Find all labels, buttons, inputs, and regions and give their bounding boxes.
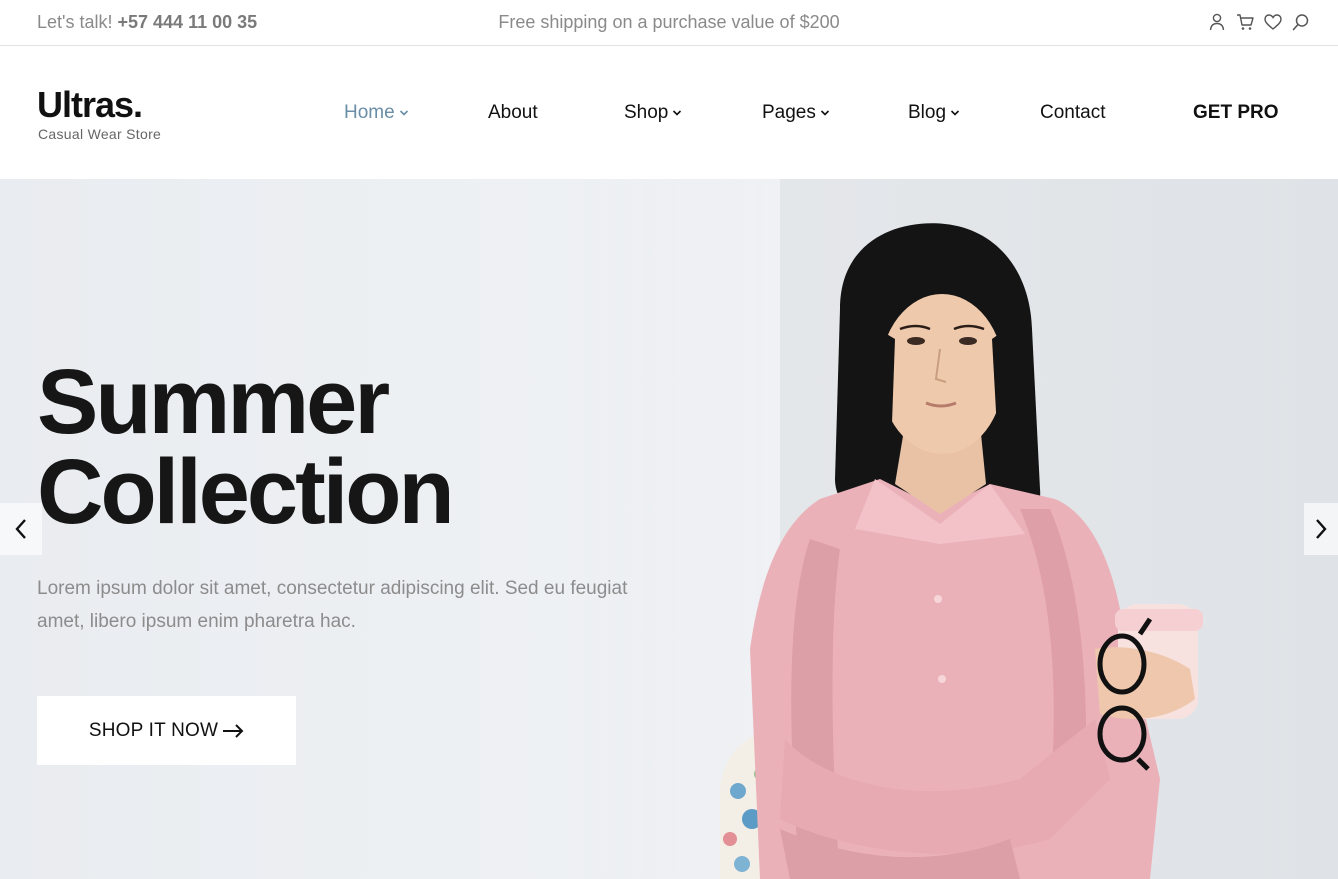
hero-model-image xyxy=(719,223,1203,879)
nav-pages[interactable]: Pages xyxy=(762,102,830,124)
chevron-down-icon xyxy=(399,110,408,116)
hero-description: Lorem ipsum dolor sit amet, consectetur … xyxy=(37,578,628,632)
site-tagline: Casual Wear Store xyxy=(38,126,162,142)
nav-about-label: About xyxy=(488,102,538,123)
header-icons xyxy=(1208,12,1310,32)
shop-now-button[interactable]: SHOP IT NOW xyxy=(37,696,296,765)
user-icon[interactable] xyxy=(1208,12,1226,32)
chevron-down-icon xyxy=(673,110,682,116)
nav-shop[interactable]: Shop xyxy=(624,102,682,124)
main-nav: Home About Shop Pages Blog Contact GET P… xyxy=(0,102,1338,126)
nav-blog[interactable]: Blog xyxy=(908,102,960,124)
nav-shop-label: Shop xyxy=(624,102,669,123)
phone-number[interactable]: +57 444 11 00 35 xyxy=(118,12,258,32)
hero-title-line1: Summer xyxy=(37,351,390,453)
hero-title-line2: Collection xyxy=(37,441,455,543)
arrow-right-icon xyxy=(223,723,244,738)
chevron-left-icon xyxy=(15,519,26,539)
chevron-down-icon xyxy=(950,110,960,116)
nav-get-pro-label: GET PRO xyxy=(1193,102,1279,123)
nav-get-pro[interactable]: GET PRO xyxy=(1193,102,1279,124)
chevron-right-icon xyxy=(1316,519,1327,539)
main-header: Ultras. Casual Wear Store Home About Sho… xyxy=(0,46,1338,179)
nav-home[interactable]: Home xyxy=(344,102,409,124)
hero-title: Summer Collection xyxy=(37,351,455,543)
heart-icon[interactable] xyxy=(1264,12,1282,32)
nav-about[interactable]: About xyxy=(488,102,538,124)
slider-prev-button[interactable] xyxy=(0,503,42,555)
contact-info: Let's talk! +57 444 11 00 35 xyxy=(37,12,257,33)
talk-label: Let's talk! xyxy=(37,12,113,32)
nav-pages-label: Pages xyxy=(762,102,816,123)
hero-banner: Summer Collection Lorem ipsum dolor sit … xyxy=(0,179,1338,879)
shop-now-label: SHOP IT NOW xyxy=(88,719,219,741)
search-icon[interactable] xyxy=(1292,12,1310,32)
slider-next-button[interactable] xyxy=(1304,503,1338,555)
chevron-down-icon xyxy=(820,110,829,116)
nav-contact-label: Contact xyxy=(1040,102,1106,123)
cart-icon[interactable] xyxy=(1236,12,1254,32)
top-bar: Let's talk! +57 444 11 00 35 Free shippi… xyxy=(0,0,1338,46)
nav-contact[interactable]: Contact xyxy=(1040,102,1105,124)
nav-home-label: Home xyxy=(344,102,395,123)
nav-blog-label: Blog xyxy=(908,102,947,123)
